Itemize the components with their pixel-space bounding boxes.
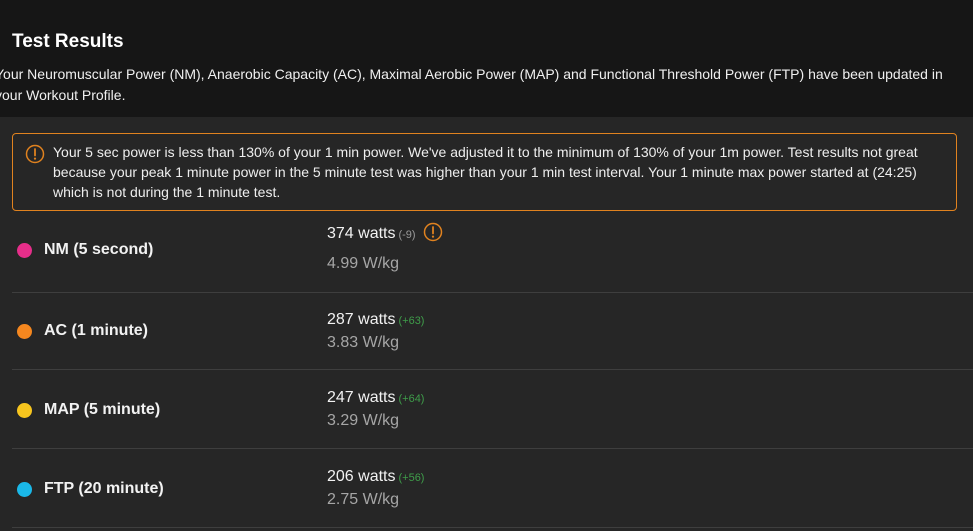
result-wkg: 3.83 W/kg bbox=[327, 334, 400, 351]
watts-delta: (+63) bbox=[398, 315, 425, 327]
watts-delta: (+64) bbox=[398, 393, 425, 405]
exclamation-circle-icon bbox=[25, 144, 45, 164]
ftp-color-dot bbox=[17, 482, 32, 497]
watts-delta: (+56) bbox=[398, 472, 425, 484]
watts-value: 374 watts bbox=[327, 225, 396, 242]
results-header: Test Results Your Neuromuscular Power (N… bbox=[0, 0, 973, 117]
result-watts: 374 watts (-9) bbox=[327, 222, 443, 243]
result-row-map: MAP (5 minute) 247 watts (+64) 3.29 W/kg bbox=[12, 370, 973, 449]
result-wkg: 3.29 W/kg bbox=[327, 412, 400, 429]
watts-value: 206 watts bbox=[327, 468, 396, 485]
map-color-dot bbox=[17, 403, 32, 418]
result-row-nm: NM (5 second) 374 watts (-9) 4.99 W/kg bbox=[12, 211, 973, 293]
result-label: AC (1 minute) bbox=[44, 322, 148, 339]
ac-color-dot bbox=[17, 324, 32, 339]
result-label: NM (5 second) bbox=[44, 241, 154, 258]
watts-value: 247 watts bbox=[327, 389, 396, 406]
warning-text: Your 5 sec power is less than 130% of yo… bbox=[53, 144, 918, 200]
watts-delta: (-9) bbox=[398, 229, 416, 241]
result-label: FTP (20 minute) bbox=[44, 480, 164, 497]
result-row-ac: AC (1 minute) 287 watts (+63) 3.83 W/kg bbox=[12, 293, 973, 370]
result-label: MAP (5 minute) bbox=[44, 401, 161, 418]
result-wkg: 4.99 W/kg bbox=[327, 255, 400, 272]
result-row-ftp: FTP (20 minute) 206 watts (+56) 2.75 W/kg bbox=[12, 449, 973, 528]
watts-value: 287 watts bbox=[327, 311, 396, 328]
result-wkg: 2.75 W/kg bbox=[327, 491, 400, 508]
result-watts: 247 watts (+64) bbox=[327, 389, 424, 407]
exclamation-circle-icon[interactable] bbox=[423, 222, 443, 242]
nm-color-dot bbox=[17, 243, 32, 258]
intro-text: Your Neuromuscular Power (NM), Anaerobic… bbox=[0, 66, 943, 103]
result-watts: 287 watts (+63) bbox=[327, 311, 424, 329]
page-title: Test Results bbox=[12, 31, 124, 52]
warning-banner: Your 5 sec power is less than 130% of yo… bbox=[12, 133, 957, 211]
result-watts: 206 watts (+56) bbox=[327, 468, 424, 486]
